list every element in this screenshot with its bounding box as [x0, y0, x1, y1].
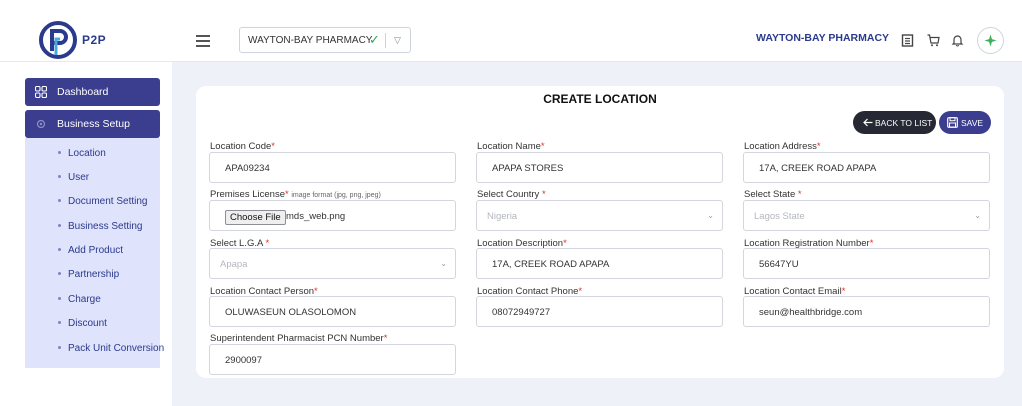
bell-icon[interactable] — [951, 34, 964, 47]
bullet-dot — [58, 346, 61, 349]
state-label: Select State * — [744, 189, 802, 200]
pcn-number-input[interactable]: 2900097 — [209, 344, 456, 375]
country-label: Select Country * — [477, 189, 546, 200]
location-code-label: Location Code* — [210, 141, 275, 152]
location-name-input[interactable]: APAPA STORES — [476, 152, 723, 183]
location-address-value: 17A, CREEK ROAD APAPA — [759, 163, 877, 174]
sidebar-subitem-label: Charge — [68, 294, 101, 305]
sidebar-subitem-user[interactable]: User — [25, 167, 160, 187]
bullet-dot — [58, 297, 61, 300]
menu-icon[interactable] — [196, 35, 210, 47]
chosen-file-name: mds_web.png — [286, 211, 346, 222]
pharmacy-select[interactable]: WAYTON-BAY PHARMACY ✓ ▽ — [239, 27, 411, 53]
contact-person-input[interactable]: OLUWASEUN OLASOLOMON — [209, 296, 456, 327]
sidebar-subitem-label: Business Setting — [68, 221, 143, 232]
sidebar-item-label: Business Setup — [57, 118, 130, 130]
sidebar-subitem-label: Location — [68, 148, 106, 159]
contact-email-value: seun@healthbridge.com — [759, 307, 863, 318]
pharmacy-select-value: WAYTON-BAY PHARMACY — [248, 35, 373, 46]
sidebar-subitem-document-setting[interactable]: Document Setting — [25, 191, 160, 211]
chevron-down-icon: ⌄ — [707, 211, 714, 220]
description-input[interactable]: 17A, CREEK ROAD APAPA — [476, 248, 723, 279]
registration-number-value: 56647YU — [759, 259, 799, 270]
save-button[interactable]: SAVE — [939, 111, 991, 134]
logo-text: P2P — [82, 33, 107, 47]
sidebar-item-business-setup[interactable]: Business Setup — [25, 110, 160, 138]
chevron-down-icon: ⌄ — [440, 259, 447, 268]
country-value: Nigeria — [487, 211, 518, 222]
description-value: 17A, CREEK ROAD APAPA — [492, 259, 610, 270]
business-setup-submenu: Location User Document Setting Business … — [25, 138, 164, 368]
sidebar-subitem-label: Discount — [68, 318, 107, 329]
bullet-dot — [58, 224, 61, 227]
top-bar: P2P WAYTON-BAY PHARMACY ✓ ▽ WAYTON-BAY P… — [0, 0, 1022, 62]
gear-icon — [36, 119, 46, 129]
contact-phone-input[interactable]: 08072949727 — [476, 296, 723, 327]
select-separator — [385, 33, 386, 48]
location-code-input[interactable]: APA09234 — [209, 152, 456, 183]
p2p-logo-icon[interactable] — [38, 20, 78, 60]
sidebar-subitem-location[interactable]: Location — [25, 143, 160, 163]
state-select[interactable]: Lagos State ⌄ — [743, 200, 990, 231]
avatar-leaf-icon — [984, 34, 997, 47]
bullet-dot — [58, 175, 61, 178]
lga-value: Apapa — [220, 259, 248, 270]
chevron-down-icon[interactable]: ▽ — [394, 35, 401, 46]
lga-select[interactable]: Apapa ⌄ — [209, 248, 456, 279]
sidebar-item-dashboard[interactable]: Dashboard — [25, 78, 160, 106]
grid-icon — [35, 86, 47, 98]
sidebar-subitem-label: Add Product — [68, 245, 124, 256]
save-label: SAVE — [961, 118, 984, 128]
location-name-value: APAPA STORES — [492, 163, 564, 174]
premises-license-label: Premises License* image format (jpg, png… — [210, 189, 381, 200]
sidebar-subitem-partnership[interactable]: Partnership — [25, 264, 160, 284]
sidebar-subitem-business-setting[interactable]: Business Setting — [25, 216, 160, 236]
avatar[interactable] — [977, 27, 1004, 54]
arrow-left-icon — [863, 118, 873, 127]
back-to-list-button[interactable]: BACK TO LIST — [853, 111, 936, 134]
location-name-label: Location Name* — [477, 141, 545, 152]
bullet-dot — [58, 151, 61, 154]
pharmacy-name: WAYTON-BAY PHARMACY — [756, 32, 890, 44]
check-icon: ✓ — [369, 32, 380, 47]
sidebar-subitem-charge[interactable]: Charge — [25, 289, 160, 309]
sidebar-subitem-discount[interactable]: Discount — [25, 313, 160, 333]
back-to-list-label: BACK TO LIST — [875, 118, 933, 128]
premises-license-file-input[interactable]: Choose File mds_web.png — [209, 200, 456, 231]
sidebar-subitem-add-product[interactable]: Add Product — [25, 240, 160, 260]
state-value: Lagos State — [754, 211, 805, 222]
choose-file-button[interactable]: Choose File — [225, 210, 286, 225]
bullet-dot — [58, 272, 61, 275]
create-location-card: CREATE LOCATION BACK TO LIST SAVE Locati… — [196, 86, 1004, 378]
location-address-label: Location Address* — [744, 141, 821, 152]
bullet-dot — [58, 199, 61, 202]
sidebar-subitem-label: Document Setting — [68, 196, 148, 207]
pcn-number-label: Superintendent Pharmacist PCN Number* — [210, 333, 388, 344]
pcn-number-value: 2900097 — [225, 355, 262, 366]
bullet-dot — [58, 321, 61, 324]
contact-phone-value: 08072949727 — [492, 307, 551, 318]
floppy-disk-icon — [947, 117, 958, 128]
registration-number-input[interactable]: 56647YU — [743, 248, 990, 279]
sidebar-subitem-label: Pack Unit Conversion — [68, 343, 165, 354]
sidebar-subitem-pack-unit-conversion[interactable]: Pack Unit Conversion — [25, 338, 164, 358]
chevron-down-icon: ⌄ — [974, 211, 981, 220]
bullet-dot — [58, 248, 61, 251]
sidebar-subitem-label: Partnership — [68, 269, 120, 280]
contact-email-input[interactable]: seun@healthbridge.com — [743, 296, 990, 327]
sidebar-item-label: Dashboard — [57, 86, 109, 98]
page-title: CREATE LOCATION — [543, 92, 657, 106]
cart-icon[interactable] — [927, 34, 940, 47]
list-icon[interactable] — [901, 34, 914, 47]
sidebar-subitem-label: User — [68, 172, 90, 183]
country-select[interactable]: Nigeria ⌄ — [476, 200, 723, 231]
location-address-input[interactable]: 17A, CREEK ROAD APAPA — [743, 152, 990, 183]
location-code-value: APA09234 — [225, 163, 270, 174]
contact-person-value: OLUWASEUN OLASOLOMON — [225, 307, 357, 318]
